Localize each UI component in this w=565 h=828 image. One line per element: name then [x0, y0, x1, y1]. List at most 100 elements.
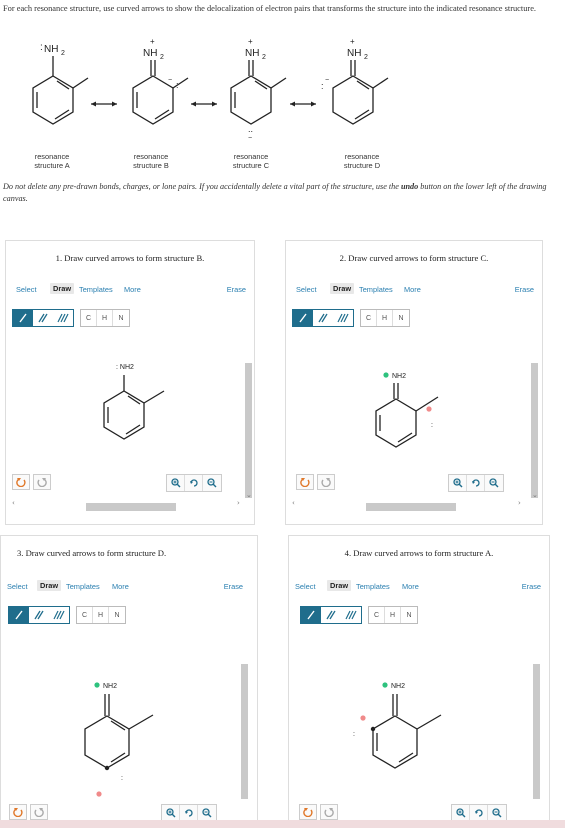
- resonance-label-c: resonance structure C: [232, 152, 270, 170]
- note-text-1: Do not delete any pre-drawn bonds, charg…: [3, 182, 401, 191]
- atom-button-group: C H N: [80, 309, 130, 327]
- undo-icon[interactable]: [299, 804, 317, 820]
- reset-icon[interactable]: [185, 475, 203, 491]
- scroll-left-arrow[interactable]: ‹: [292, 499, 295, 507]
- atom-h-button[interactable]: H: [377, 310, 393, 326]
- triple-bond-button[interactable]: [341, 607, 361, 623]
- draw-tab[interactable]: Draw: [327, 580, 352, 591]
- triple-bond-button[interactable]: [333, 310, 353, 326]
- zoom-in-icon[interactable]: [452, 805, 470, 821]
- atom-label: NH2: [391, 683, 405, 690]
- erase-button[interactable]: Erase: [515, 285, 534, 294]
- single-bond-button[interactable]: [301, 607, 321, 623]
- select-tab[interactable]: Select: [16, 285, 37, 294]
- redo-icon[interactable]: [30, 804, 48, 820]
- select-tab[interactable]: Select: [296, 285, 317, 294]
- undo-icon[interactable]: [12, 474, 30, 490]
- more-tab[interactable]: More: [112, 582, 129, 591]
- history-controls: [12, 474, 51, 490]
- redo-icon[interactable]: [320, 804, 338, 820]
- zoom-in-icon[interactable]: [167, 475, 185, 491]
- drawing-canvas[interactable]: : NH2: [6, 351, 255, 471]
- resonance-structures-figure: : NH 2 + NH 2 : − + NH 2 .. − + NH 2: −: [32, 37, 389, 142]
- more-tab[interactable]: More: [402, 582, 419, 591]
- undo-icon[interactable]: [9, 804, 27, 820]
- panel-title: 1. Draw curved arrows to form structure …: [55, 253, 205, 263]
- atom-c-button[interactable]: C: [369, 607, 385, 623]
- atom-n-button[interactable]: N: [113, 310, 129, 326]
- history-controls: [296, 474, 335, 490]
- scroll-left-arrow[interactable]: ‹: [12, 499, 15, 507]
- bond-type-group: [300, 606, 362, 624]
- zoom-in-icon[interactable]: [449, 475, 467, 491]
- templates-tab[interactable]: Templates: [356, 582, 390, 591]
- double-bond-button[interactable]: [29, 607, 49, 623]
- triple-bond-button[interactable]: [53, 310, 73, 326]
- atom-label: NH2: [103, 683, 117, 690]
- redo-icon[interactable]: [33, 474, 51, 490]
- erase-button[interactable]: Erase: [522, 582, 541, 591]
- zoom-out-icon[interactable]: [203, 475, 221, 491]
- svg-text:−: −: [325, 77, 329, 84]
- single-bond-button[interactable]: [13, 310, 33, 326]
- vertical-scrollbar[interactable]: [241, 664, 248, 799]
- triple-bond-button[interactable]: [49, 607, 69, 623]
- svg-text:NH: NH: [44, 44, 58, 55]
- svg-text:2: 2: [160, 54, 164, 61]
- scroll-down-arrow[interactable]: ⌄: [532, 491, 538, 499]
- horizontal-scrollbar[interactable]: [366, 503, 456, 511]
- vertical-scrollbar[interactable]: [531, 363, 538, 498]
- scroll-right-arrow[interactable]: ›: [237, 499, 240, 507]
- reset-icon[interactable]: [470, 805, 488, 821]
- single-bond-button[interactable]: [9, 607, 29, 623]
- templates-tab[interactable]: Templates: [359, 285, 393, 294]
- scroll-right-arrow[interactable]: ›: [518, 499, 521, 507]
- atom-n-button[interactable]: N: [393, 310, 409, 326]
- select-tab[interactable]: Select: [295, 582, 316, 591]
- draw-tab[interactable]: Draw: [330, 283, 355, 294]
- erase-button[interactable]: Erase: [227, 285, 246, 294]
- bond-type-group: [12, 309, 74, 327]
- templates-tab[interactable]: Templates: [79, 285, 113, 294]
- zoom-out-icon[interactable]: [198, 805, 216, 821]
- drawing-panel-1: 1. Draw curved arrows to form structure …: [5, 240, 255, 525]
- drawing-canvas[interactable]: NH2 :: [1, 676, 258, 806]
- double-bond-button[interactable]: [33, 310, 53, 326]
- molecule: NH2 :: [353, 682, 442, 769]
- templates-tab[interactable]: Templates: [66, 582, 100, 591]
- drawing-canvas[interactable]: NH2 :: [286, 361, 543, 471]
- more-tab[interactable]: More: [124, 285, 141, 294]
- atom-h-button[interactable]: H: [385, 607, 401, 623]
- drawing-canvas[interactable]: NH2 :: [289, 676, 550, 806]
- scroll-down-arrow[interactable]: ⌄: [246, 491, 252, 499]
- double-bond-button[interactable]: [313, 310, 333, 326]
- atom-n-button[interactable]: N: [109, 607, 125, 623]
- reset-icon[interactable]: [180, 805, 198, 821]
- vertical-scrollbar[interactable]: [245, 363, 252, 498]
- atom-h-button[interactable]: H: [97, 310, 113, 326]
- vertical-scrollbar[interactable]: [533, 664, 540, 799]
- zoom-out-icon[interactable]: [485, 475, 503, 491]
- svg-text:2: 2: [364, 54, 368, 61]
- draw-tab[interactable]: Draw: [37, 580, 62, 591]
- atom-n-button[interactable]: N: [401, 607, 417, 623]
- double-bond-button[interactable]: [321, 607, 341, 623]
- atom-h-button[interactable]: H: [93, 607, 109, 623]
- zoom-in-icon[interactable]: [162, 805, 180, 821]
- single-bond-button[interactable]: [293, 310, 313, 326]
- redo-icon[interactable]: [317, 474, 335, 490]
- atom-c-button[interactable]: C: [361, 310, 377, 326]
- history-controls: [299, 804, 338, 820]
- panel-title: 4. Draw curved arrows to form structure …: [344, 548, 494, 558]
- atom-c-button[interactable]: C: [81, 310, 97, 326]
- horizontal-scrollbar[interactable]: [86, 503, 176, 511]
- erase-button[interactable]: Erase: [224, 582, 243, 591]
- atom-c-button[interactable]: C: [77, 607, 93, 623]
- reset-icon[interactable]: [467, 475, 485, 491]
- zoom-out-icon[interactable]: [488, 805, 506, 821]
- select-tab[interactable]: Select: [7, 582, 28, 591]
- instructions-note: Do not delete any pre-drawn bonds, charg…: [3, 181, 559, 205]
- more-tab[interactable]: More: [404, 285, 421, 294]
- undo-icon[interactable]: [296, 474, 314, 490]
- draw-tab[interactable]: Draw: [50, 283, 75, 294]
